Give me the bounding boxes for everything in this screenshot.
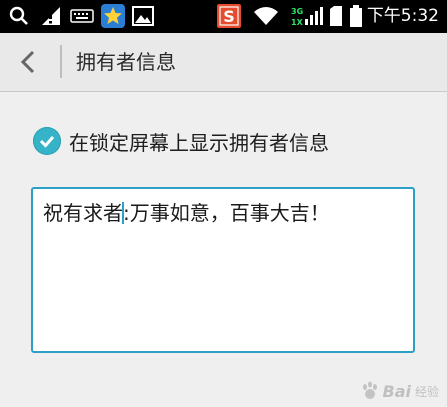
owner-info-field[interactable]: 祝有求者:万事如意，百事大吉！ xyxy=(31,187,415,353)
baidu-watermark: Bai 经验 xyxy=(360,381,439,401)
star-app-icon xyxy=(101,4,125,28)
checkbox-checked-icon[interactable] xyxy=(33,127,61,155)
sim-icon xyxy=(329,5,343,27)
search-icon xyxy=(8,5,30,27)
owner-info-text: 祝有求者:万事如意，百事大吉！ xyxy=(43,201,330,225)
clock: 下午5:32 xyxy=(366,6,439,26)
settings-content: 在锁定屏幕上显示拥有者信息 祝有求者:万事如意，百事大吉！ Bai 经验 xyxy=(0,92,447,407)
svg-text:S: S xyxy=(223,7,235,26)
sogou-s-icon: S xyxy=(217,4,241,28)
checkbox-label: 在锁定屏幕上显示拥有者信息 xyxy=(69,130,329,155)
page-title: 拥有者信息 xyxy=(76,50,176,74)
keyboard-icon xyxy=(70,5,94,27)
chevron-left-icon xyxy=(20,50,35,74)
svg-text:3G: 3G xyxy=(291,7,303,16)
wifi-icon xyxy=(253,5,279,27)
svg-text:1X: 1X xyxy=(291,18,304,27)
show-owner-info-checkbox-row[interactable]: 在锁定屏幕上显示拥有者信息 xyxy=(33,126,329,156)
battery-icon xyxy=(349,5,363,27)
image-icon xyxy=(132,5,154,27)
back-button[interactable] xyxy=(14,47,44,77)
warning-signal-icon xyxy=(40,5,62,27)
status-bar: S 3G 1X 下午5:32 xyxy=(0,0,447,33)
paw-icon xyxy=(362,381,377,399)
action-bar-divider xyxy=(60,45,62,78)
signal-icon: 3G 1X xyxy=(291,5,323,27)
action-bar: 拥有者信息 xyxy=(0,33,447,92)
